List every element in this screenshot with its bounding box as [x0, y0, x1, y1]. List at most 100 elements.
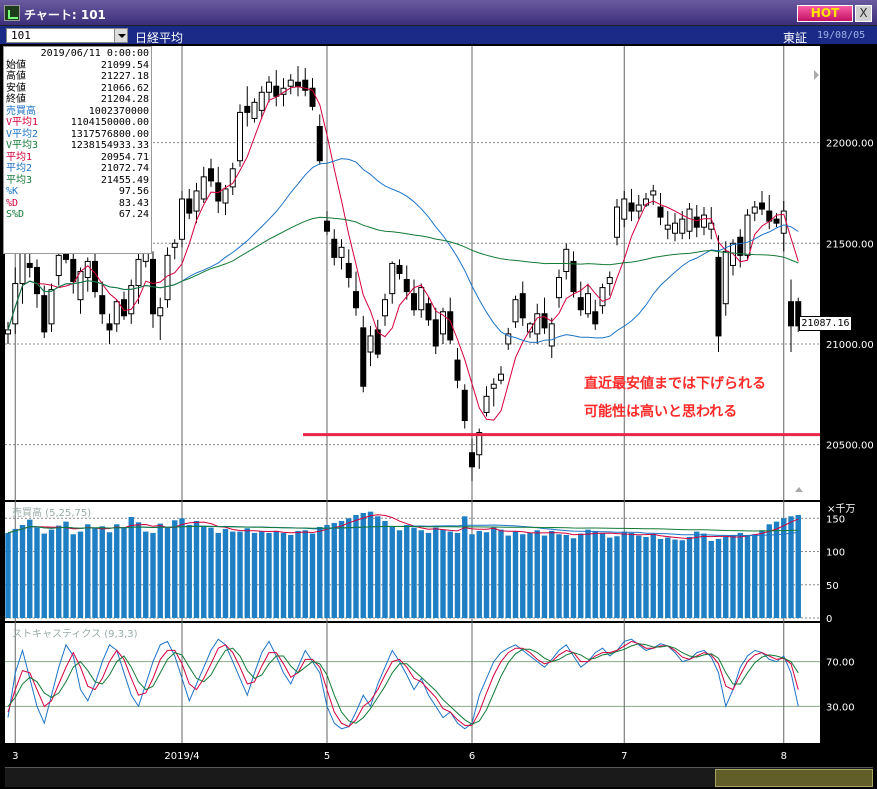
volume-bar [614, 536, 620, 618]
volume-bar [375, 516, 381, 618]
info-row: 平均2 21072.74 [6, 163, 149, 175]
candle-body [237, 111, 243, 162]
candle-body [353, 291, 359, 309]
info-row: V平均2 1317576800.00 [6, 129, 149, 141]
time-tick-label: 3 [12, 751, 18, 762]
candle-body [12, 283, 19, 325]
candle-body [41, 295, 48, 333]
candle-body [592, 311, 599, 325]
info-value: 21227.18 [100, 71, 149, 82]
candle-body [432, 319, 439, 347]
info-date: 2019/06/11 0:00:00 [40, 48, 149, 59]
volume-bar [237, 531, 243, 618]
info-label: S%D [6, 209, 25, 220]
info-label: 平均1 [6, 151, 33, 163]
volume-bar [230, 531, 236, 618]
volume-bar [288, 534, 294, 618]
volume-bar [48, 529, 55, 618]
candle-body [5, 329, 11, 335]
volume-tick-label: 150 [826, 514, 845, 525]
candle-body [367, 335, 374, 353]
volume-bar [433, 527, 439, 618]
volume-tick-label: 100 [826, 548, 845, 559]
volume-bar [353, 514, 359, 618]
info-row: 売買高 1002370000 [6, 106, 149, 118]
info-row: 安値 21066.62 [6, 83, 149, 95]
current-price-tag: 21087.16 [799, 316, 852, 331]
volume-bar [157, 523, 163, 618]
info-label: V平均3 [6, 140, 39, 151]
volume-bar [302, 530, 308, 618]
price-tick-label: 21000.00 [826, 340, 874, 351]
volume-bar [549, 530, 555, 618]
volume-bar [498, 529, 504, 618]
candle-body [251, 101, 258, 119]
candle-body [585, 293, 591, 315]
volume-bar [483, 532, 490, 618]
candle-body [686, 208, 693, 232]
candle-body [55, 254, 62, 277]
candle-body [577, 297, 584, 311]
info-row: V平均3 1238154933.33 [6, 140, 149, 152]
candle-body [70, 258, 77, 283]
candle-body [186, 198, 193, 214]
candle-body [258, 91, 265, 111]
candle-body [389, 262, 396, 295]
volume-bar [128, 516, 134, 618]
info-row: 高値 21227.18 [6, 71, 149, 83]
candle-body [331, 238, 338, 258]
volume-bar [578, 533, 584, 618]
volume-bar [143, 531, 149, 618]
volume-bar [556, 534, 562, 618]
info-label: 高値 [6, 71, 26, 82]
volume-bar [541, 535, 548, 618]
volume-bar [708, 540, 714, 618]
volume-bar [186, 524, 192, 618]
volume-bar [781, 518, 787, 618]
volume-bar [5, 532, 11, 618]
candle-body [534, 313, 541, 335]
volume-bar [172, 520, 178, 618]
volume-bar [77, 531, 84, 618]
info-row: %K 97.56 [6, 186, 149, 198]
volume-bar [215, 532, 221, 618]
volume-bar [773, 521, 780, 618]
candle-body [563, 248, 570, 272]
candle-body [179, 198, 185, 240]
info-value: 67.24 [118, 209, 149, 220]
volume-bar [367, 511, 374, 618]
volume-bar [418, 530, 424, 618]
volume-bar [425, 532, 432, 618]
volume-bar [27, 519, 33, 618]
candle-body [722, 250, 729, 305]
volume-bar [788, 516, 794, 618]
volume-bar [636, 535, 642, 618]
info-label: 売買高 [6, 105, 36, 117]
annotation-text-line1: 直近最安値までは下げられる [584, 376, 766, 392]
volume-bar [150, 532, 156, 618]
candle-body [244, 105, 251, 113]
annotation-text-line2: 可能性は高いと思われる [584, 404, 738, 420]
info-row: S%D 67.24 [6, 209, 149, 221]
volume-bar [766, 524, 772, 618]
candle-body [425, 303, 432, 321]
time-tick-label: 7 [621, 751, 627, 762]
volume-bar [201, 526, 207, 618]
chart-scrollbar[interactable] [5, 767, 873, 787]
candle-body [193, 190, 200, 212]
candle-body [396, 264, 403, 275]
scrollbar-thumb[interactable] [715, 769, 873, 787]
candle-body [403, 279, 410, 293]
volume-bar [34, 527, 40, 618]
volume-bar [382, 520, 388, 618]
volume-unit-label: ×千万 [827, 503, 855, 515]
candle-body [548, 323, 555, 347]
candle-body [382, 299, 388, 317]
volume-bar [520, 534, 526, 618]
info-value: 1238154933.33 [70, 140, 149, 151]
volume-bar [744, 534, 751, 618]
volume-bar [404, 524, 410, 618]
candle-body [693, 216, 700, 228]
candle-body [113, 301, 120, 325]
volume-bar [338, 520, 345, 618]
